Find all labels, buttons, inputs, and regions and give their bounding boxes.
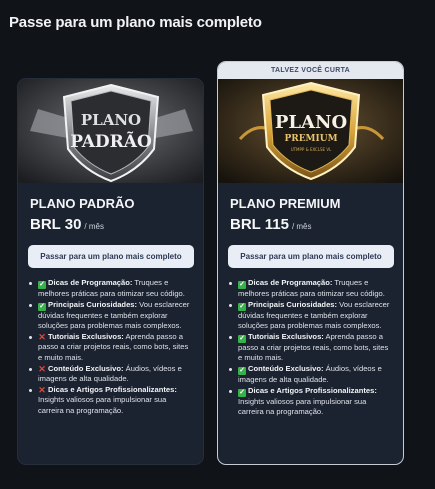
cross-mark-icon: ✕ [38, 363, 46, 374]
feature-item: ✓ Tutoriais Exclusivos: Aprenda passo a p… [228, 332, 393, 364]
plan-name: PLANO PADRÃO [30, 196, 135, 211]
feature-title: Conteúdo Exclusivo: [248, 363, 324, 373]
feature-list-premium: ✓ Dicas de Programação: Truques e melhore… [228, 278, 393, 418]
art-line-2: PREMIUM [284, 134, 337, 144]
feature-title: Principais Curiosidades: [248, 299, 338, 309]
feature-title: Tutoriais Exclusivos: [48, 331, 124, 341]
check-mark-icon: ✓ [238, 366, 246, 375]
check-mark-icon: ✓ [238, 281, 246, 289]
plan-price: BRL 115 [230, 216, 289, 233]
upgrade-button-padrao[interactable]: Passar para um plano mais completo [28, 245, 194, 268]
feature-item: ✓ Principais Curiosidades: Vou esclarecer… [228, 300, 393, 332]
feature-description: Insights valiosos para impulsionar sua c… [38, 395, 167, 415]
feature-item: ✕ Conteúdo Exclusivo: Áudios, vídeos e im… [28, 364, 193, 385]
check-mark-icon: ✓ [38, 302, 46, 311]
feature-item: ✓ Dicas de Programação: Truques e melhore… [228, 278, 393, 300]
feature-title: Dicas de Programação: [48, 278, 133, 287]
feature-item: ✕ Dicas e Artigos Profissionalizantes: In… [28, 385, 193, 417]
feature-item: ✓ Principais Curiosidades: Vou esclarecer… [28, 300, 193, 332]
plan-name: PLANO PREMIUM [230, 196, 341, 211]
plan-art-padrao: PLANO PADRÃO [18, 79, 203, 183]
feature-title: Dicas de Programação: [248, 278, 333, 287]
cross-mark-icon: ✕ [38, 331, 46, 342]
cross-mark-icon: ✕ [38, 384, 46, 395]
check-mark-icon: ✓ [238, 334, 246, 343]
check-mark-icon: ✓ [238, 388, 246, 397]
plan-card-premium: TALVEZ VOCÊ CURTA PLANO PREMIUM UTMPP & … [217, 61, 404, 465]
feature-title: Conteúdo Exclusivo: [48, 363, 124, 373]
feature-description: Insights valiosos para impulsionar sua c… [238, 396, 367, 417]
feature-item: ✓ Conteúdo Exclusivo: Áudios, vídeos e im… [228, 364, 393, 386]
art-line-2: PADRÃO [70, 130, 152, 152]
feature-item: ✓ Dicas de Programação: Truques e melhore… [28, 278, 193, 300]
art-line-3: UTMPP & EXCLSE VL [291, 147, 332, 152]
feature-list-padrao: ✓ Dicas de Programação: Truques e melhore… [28, 278, 193, 417]
feature-title: Tutoriais Exclusivos: [248, 331, 324, 341]
plan-price: BRL 30 [30, 216, 82, 233]
art-line-1: PLANO [275, 112, 347, 133]
plan-period: / mês [84, 222, 104, 231]
price-row: BRL 30 / mês [30, 216, 203, 233]
price-row: BRL 115 / mês [230, 216, 403, 233]
recommended-badge: TALVEZ VOCÊ CURTA [218, 62, 403, 79]
upgrade-button-premium[interactable]: Passar para um plano mais completo [228, 245, 394, 268]
art-line-1: PLANO [81, 111, 141, 129]
page-heading: Passe para um plano mais completo [9, 14, 262, 31]
plan-period: / mês [291, 222, 312, 231]
check-mark-icon: ✓ [238, 302, 246, 311]
feature-title: Dicas e Artigos Profissionalizantes: [48, 384, 177, 394]
feature-title: Dicas e Artigos Profissionalizantes: [248, 385, 377, 395]
feature-title: Principais Curiosidades: [48, 299, 138, 309]
plan-card-padrao: PLANO PADRÃO PLANO PADRÃO BRL 30 / mês P… [17, 78, 204, 465]
feature-item: ✕ Tutoriais Exclusivos: Aprenda passo a p… [28, 332, 193, 364]
feature-item: ✓ Dicas e Artigos Profissionalizantes: In… [228, 386, 393, 418]
check-mark-icon: ✓ [38, 281, 46, 289]
plan-art-premium: PLANO PREMIUM UTMPP & EXCLSE VL [218, 79, 403, 183]
